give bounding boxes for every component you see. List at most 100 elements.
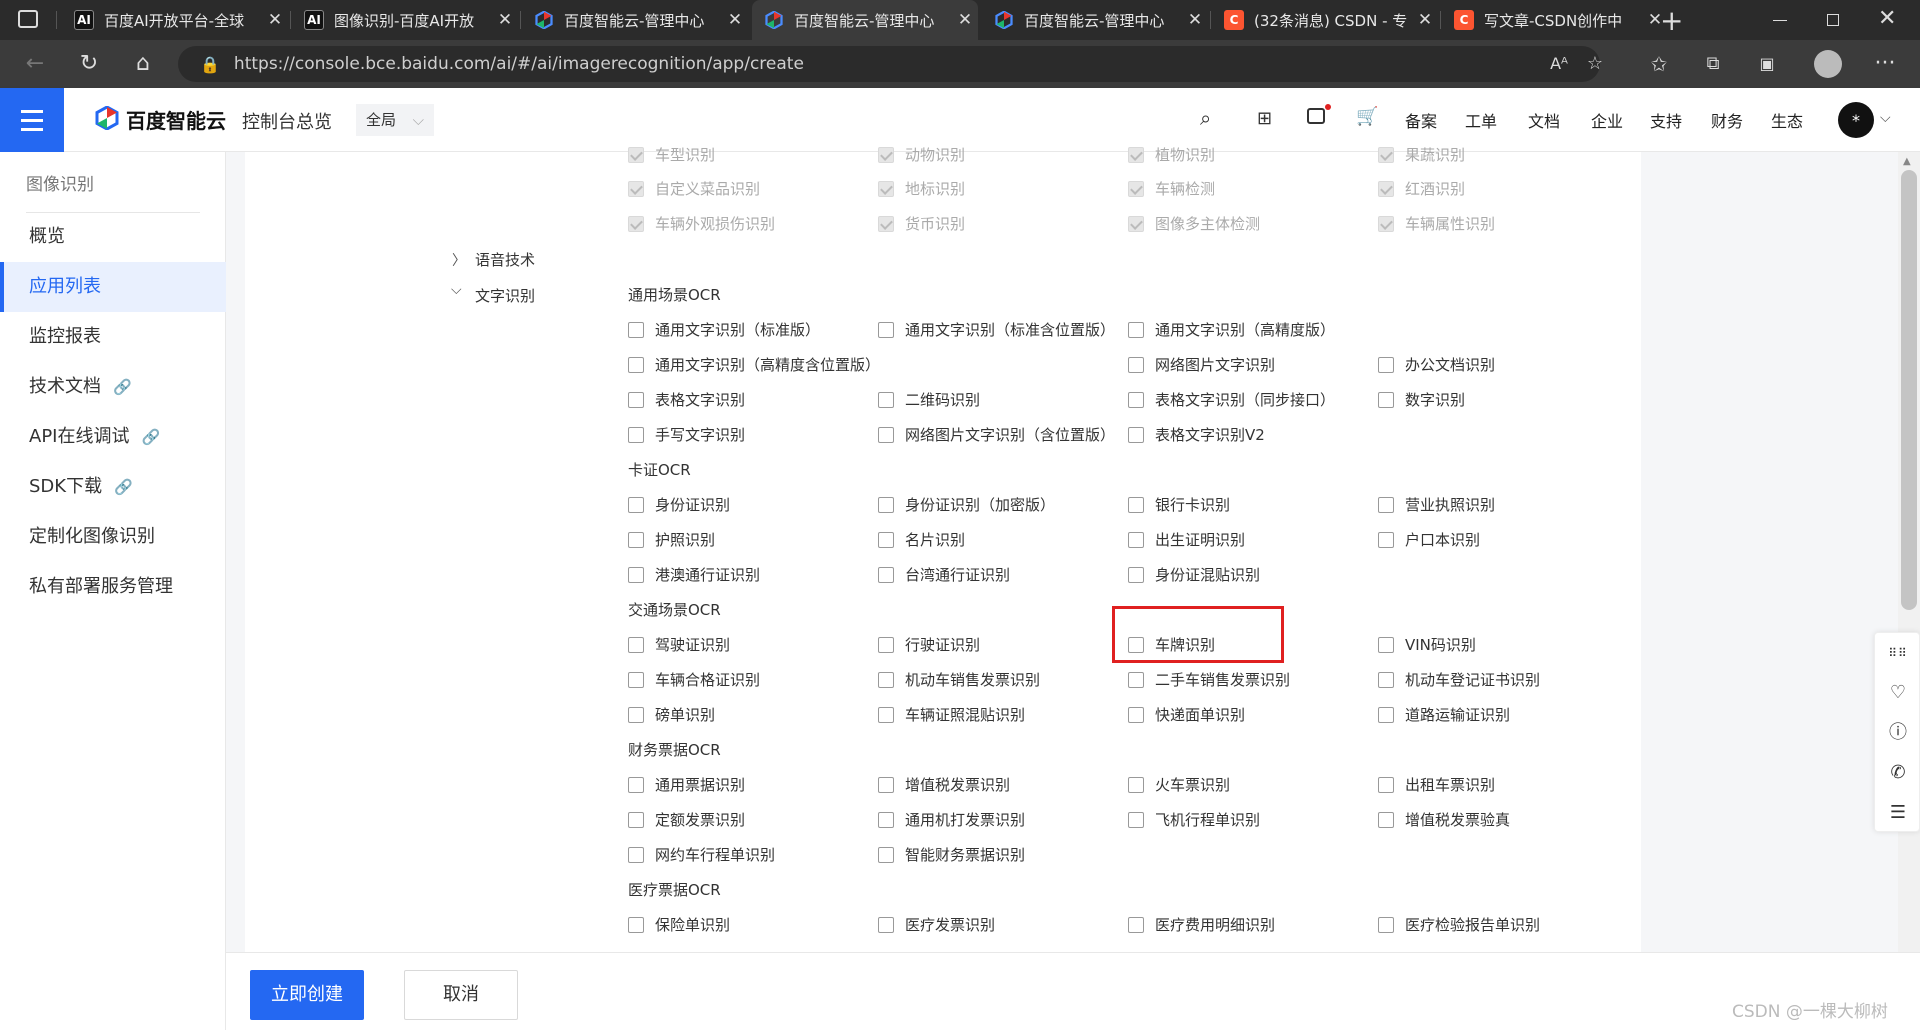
create-button[interactable]: 立即创建 xyxy=(250,970,364,1020)
checkbox[interactable] xyxy=(878,917,894,933)
checkbox[interactable] xyxy=(878,812,894,828)
chevron-down-icon[interactable]: ⌵ xyxy=(451,282,462,298)
checkbox[interactable] xyxy=(878,181,894,197)
tab-close-icon[interactable]: ✕ xyxy=(1182,10,1208,30)
checkbox[interactable] xyxy=(1378,147,1394,163)
console-overview-link[interactable]: 控制台总览 xyxy=(242,108,332,134)
checkbox[interactable] xyxy=(1128,322,1144,338)
tab-close-icon[interactable]: ✕ xyxy=(262,10,288,30)
home-icon[interactable]: ⌂ xyxy=(128,50,158,78)
close-window-button[interactable]: ✕ xyxy=(1878,6,1896,31)
checkbox[interactable] xyxy=(878,567,894,583)
header-nav-1[interactable]: 工单 xyxy=(1465,108,1497,132)
collections-icon[interactable]: ⧉ xyxy=(1698,50,1728,78)
checkbox[interactable] xyxy=(878,147,894,163)
checkbox[interactable] xyxy=(1128,917,1144,933)
chevron-right-icon[interactable]: 〉 xyxy=(452,250,466,270)
add-favorite-icon[interactable]: ☆ xyxy=(1580,50,1610,78)
checkbox[interactable] xyxy=(1128,357,1144,373)
more-menu-icon[interactable]: ··· xyxy=(1870,50,1900,78)
back-arrow-icon[interactable]: ← xyxy=(20,50,50,78)
browser-tab[interactable]: C 写文章-CSDN创作中 ✕ xyxy=(1442,0,1668,40)
browser-tab[interactable]: 百度智能云-管理中心 ✕ xyxy=(522,0,748,40)
checkbox[interactable] xyxy=(628,777,644,793)
checkbox[interactable] xyxy=(1128,532,1144,548)
profile-avatar[interactable] xyxy=(1814,50,1842,78)
checkbox[interactable] xyxy=(1378,216,1394,232)
checkbox[interactable] xyxy=(878,637,894,653)
checkbox[interactable] xyxy=(628,672,644,688)
new-tab-button[interactable]: + xyxy=(1660,4,1683,37)
scroll-up-icon[interactable]: ▲ xyxy=(1903,156,1911,167)
sidebar-item[interactable]: 定制化图像识别 xyxy=(0,512,226,562)
checkbox[interactable] xyxy=(628,181,644,197)
checkbox[interactable] xyxy=(1128,567,1144,583)
checkbox[interactable] xyxy=(1378,392,1394,408)
checkbox[interactable] xyxy=(1378,812,1394,828)
favorite-heart-icon[interactable]: ♡ xyxy=(1875,673,1920,713)
checkbox[interactable] xyxy=(878,427,894,443)
tab-close-icon[interactable]: ✕ xyxy=(722,10,748,30)
checkbox[interactable] xyxy=(1128,497,1144,513)
drag-handle-icon[interactable]: ⠿⠿ xyxy=(1875,633,1920,673)
checkbox[interactable] xyxy=(1128,672,1144,688)
sidebar-item[interactable]: 技术文档 🔗 xyxy=(0,362,226,412)
checkbox[interactable] xyxy=(878,322,894,338)
checkbox[interactable] xyxy=(628,707,644,723)
checkbox[interactable] xyxy=(1128,427,1144,443)
checkbox[interactable] xyxy=(1378,181,1394,197)
tab-close-icon[interactable]: ✕ xyxy=(952,10,978,30)
header-nav-6[interactable]: 生态 xyxy=(1771,108,1803,132)
checkbox[interactable] xyxy=(628,567,644,583)
checkbox[interactable] xyxy=(878,707,894,723)
message-icon[interactable] xyxy=(1307,108,1325,124)
browser-tab[interactable]: AI 百度AI开放平台-全球 ✕ xyxy=(62,0,288,40)
checkbox[interactable] xyxy=(878,216,894,232)
checkbox[interactable] xyxy=(628,497,644,513)
checkbox[interactable] xyxy=(1378,777,1394,793)
checkbox[interactable] xyxy=(1128,392,1144,408)
tree-node-speech[interactable]: 语音技术 xyxy=(475,249,535,270)
help-icon[interactable]: ⓘ xyxy=(1875,713,1920,753)
favorites-icon[interactable]: ✩ xyxy=(1644,50,1674,78)
sidebar-item[interactable]: SDK下载 🔗 xyxy=(0,462,226,512)
sidebar-item[interactable]: API在线调试 🔗 xyxy=(0,412,226,462)
checkbox[interactable] xyxy=(1128,216,1144,232)
checkbox[interactable] xyxy=(1378,497,1394,513)
scrollbar-thumb[interactable] xyxy=(1901,170,1917,610)
extensions-icon[interactable]: ▣ xyxy=(1752,50,1782,78)
sidebar-item[interactable]: 私有部署服务管理 xyxy=(0,562,226,612)
checkbox[interactable] xyxy=(1128,147,1144,163)
sidebar-item[interactable]: 监控报表 xyxy=(0,312,226,362)
apps-grid-icon[interactable]: ⊞ xyxy=(1257,108,1272,129)
user-chevron-down-icon[interactable]: ⌵ xyxy=(1880,110,1891,126)
checkbox[interactable] xyxy=(628,357,644,373)
tab-close-icon[interactable]: ✕ xyxy=(1412,10,1438,30)
sidebar-item[interactable]: 概览 xyxy=(0,212,226,262)
checkbox[interactable] xyxy=(628,532,644,548)
tree-node-ocr[interactable]: 文字识别 xyxy=(475,285,535,306)
sidebar-item[interactable]: 应用列表 xyxy=(0,262,226,312)
url-field[interactable]: 🔒 https://console.bce.baidu.com/ai/#/ai/… xyxy=(178,46,1600,82)
user-avatar[interactable]: * xyxy=(1838,102,1874,138)
checkbox[interactable] xyxy=(628,427,644,443)
restore-button[interactable] xyxy=(1827,14,1839,26)
read-aloud-icon[interactable]: Aᴬ xyxy=(1544,50,1574,78)
menu-icon[interactable] xyxy=(0,88,64,152)
browser-tab[interactable]: C (32条消息) CSDN - 专 ✕ xyxy=(1212,0,1438,40)
feedback-list-icon[interactable]: ☰ xyxy=(1875,793,1920,833)
refresh-icon[interactable]: ↻ xyxy=(74,50,104,78)
checkbox[interactable] xyxy=(1128,181,1144,197)
checkbox[interactable] xyxy=(628,637,644,653)
checkbox[interactable] xyxy=(1378,917,1394,933)
checkbox[interactable] xyxy=(628,322,644,338)
header-nav-2[interactable]: 文档 xyxy=(1528,108,1560,132)
checkbox[interactable] xyxy=(1378,532,1394,548)
browser-tab[interactable]: AI 图像识别-百度AI开放 ✕ xyxy=(292,0,518,40)
checkbox[interactable] xyxy=(628,812,644,828)
region-select[interactable]: 全局 ⌵ xyxy=(356,104,434,136)
checkbox[interactable] xyxy=(628,917,644,933)
checkbox[interactable] xyxy=(878,497,894,513)
checkbox[interactable] xyxy=(1128,777,1144,793)
checkbox[interactable] xyxy=(1378,707,1394,723)
